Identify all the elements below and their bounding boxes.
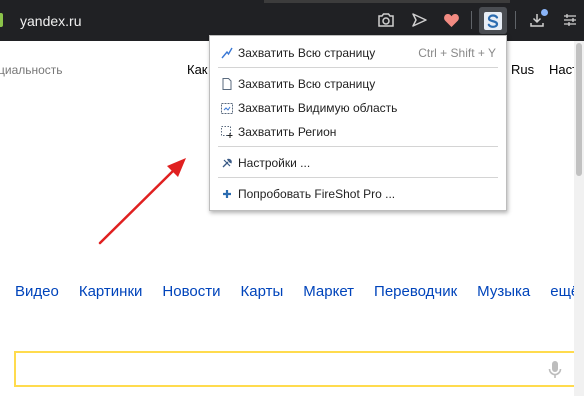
toolbar-separator [471,11,472,29]
top-link-fragment[interactable]: Как [187,62,208,77]
menu-item-try-fireshot-pro[interactable]: Попробовать FireShot Pro ... [210,183,506,205]
page-scrollbar[interactable] [574,41,584,396]
top-text-fragment: циальность [0,63,63,77]
menu-item-settings[interactable]: Настройки ... [210,152,506,174]
menu-item-shortcut: Ctrl + Shift + Y [418,46,496,60]
service-link-market[interactable]: Маркет [303,282,354,304]
active-tab-indicator [264,0,510,3]
microphone-icon[interactable] [547,359,563,381]
secure-indicator [0,13,3,27]
menu-item-label: Захватить Видимую область [238,101,398,115]
service-link-translator[interactable]: Переводчик [374,282,457,304]
download-badge [541,9,548,16]
menu-item-label: Настройки ... [238,156,311,170]
settings-tools-icon [220,156,234,170]
page-icon [220,77,234,91]
heart-icon[interactable] [441,10,461,30]
plus-icon [220,187,234,201]
menu-item-label: Захватить Всю страницу [238,46,376,60]
menu-separator [218,177,498,178]
menu-item-capture-full-page[interactable]: Захватить Всю страницу [210,73,506,95]
menu-item-capture-full-page-shortcut[interactable]: Захватить Всю страницу Ctrl + Shift + Y [210,42,506,64]
visible-area-icon [220,101,234,115]
yandex-services-nav: Видео Картинки Новости Карты Маркет Пере… [15,282,584,304]
language-switch[interactable]: Rus [511,62,534,77]
menu-icon[interactable] [560,10,580,30]
service-link-images[interactable]: Картинки [79,282,143,304]
service-link-music[interactable]: Музыка [477,282,530,304]
search-input[interactable] [18,355,538,383]
service-link-news[interactable]: Новости [162,282,220,304]
address-bar-url[interactable]: yandex.ru [20,12,81,30]
scrollbar-thumb[interactable] [576,43,582,176]
menu-separator [218,146,498,147]
camera-icon[interactable] [376,10,396,30]
menu-item-label: Попробовать FireShot Pro ... [238,187,396,201]
service-link-maps[interactable]: Карты [240,282,283,304]
search-box [14,351,578,387]
send-icon[interactable] [409,10,429,30]
menu-item-label: Захватить Всю страницу [238,77,376,91]
menu-item-label: Захватить Регион [238,125,337,139]
capture-full-page-highlight-icon [220,46,234,60]
service-link-video[interactable]: Видео [15,282,59,304]
region-icon [220,125,234,139]
menu-separator [218,67,498,68]
fireshot-extension-button[interactable] [479,7,507,34]
toolbar-separator [515,11,516,29]
menu-item-capture-visible-area[interactable]: Захватить Видимую область [210,97,506,119]
menu-item-capture-region[interactable]: Захватить Регион [210,121,506,143]
fireshot-icon [484,11,502,30]
fireshot-dropdown-menu: Захватить Всю страницу Ctrl + Shift + Y … [209,35,507,211]
